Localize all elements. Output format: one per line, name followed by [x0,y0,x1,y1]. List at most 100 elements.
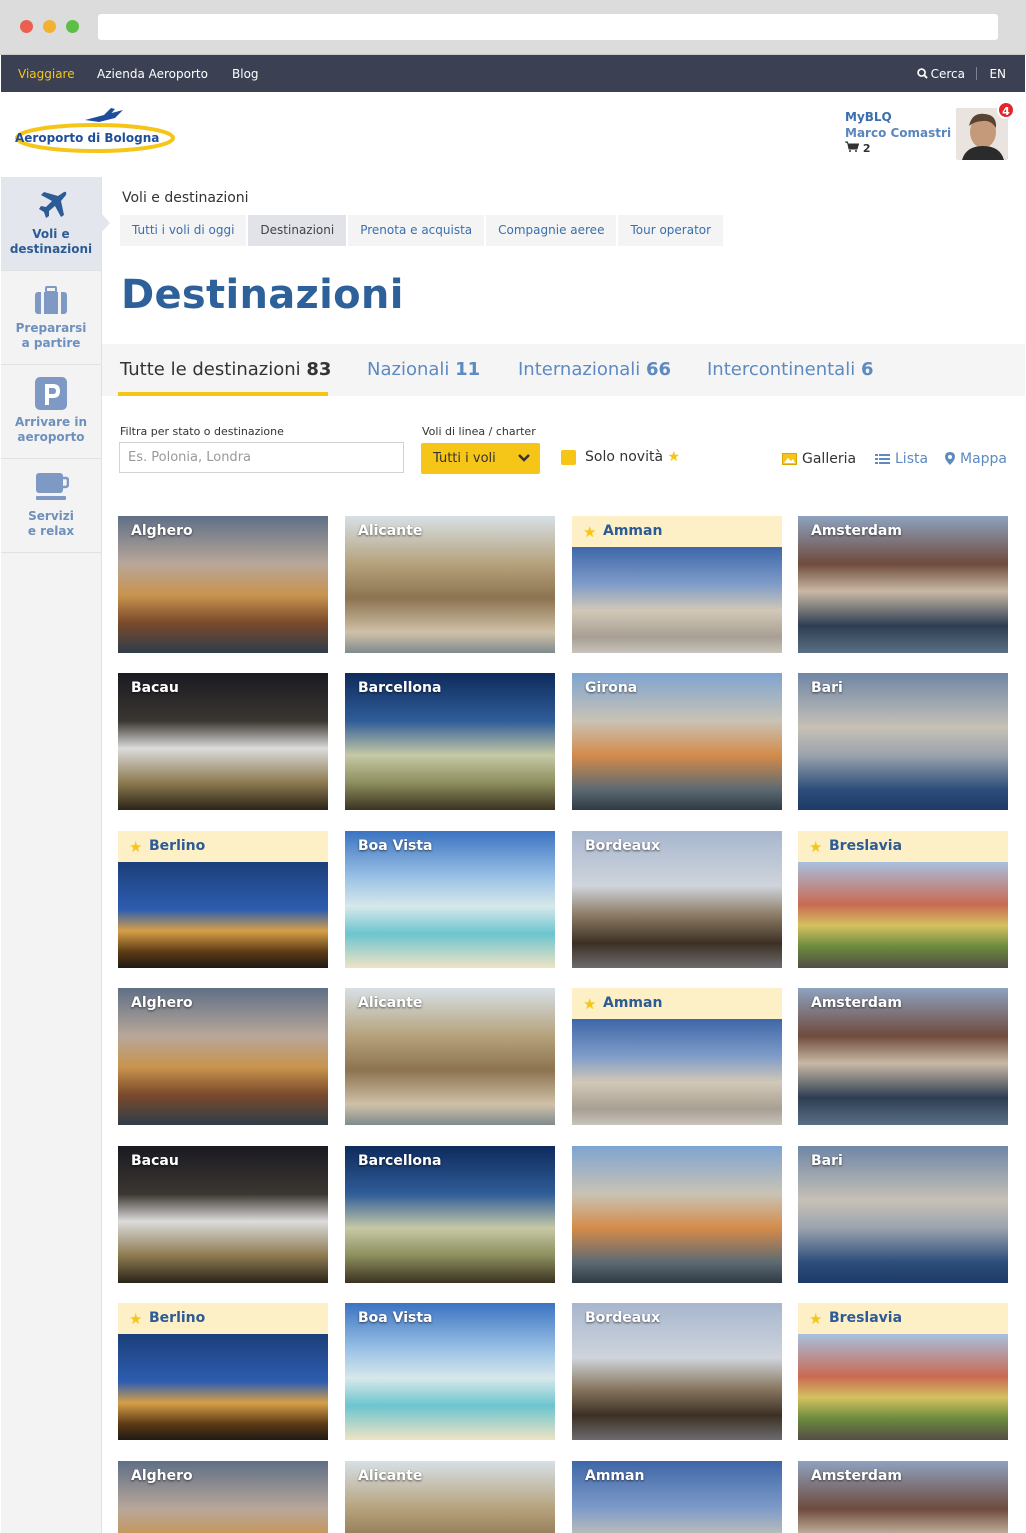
topnav-item-azienda[interactable]: Azienda Aeroporto [97,67,208,81]
destination-name: Alghero [131,523,193,539]
destination-card[interactable] [572,1146,782,1283]
user-menu[interactable]: MyBLQ Marco Comastri 2 [845,109,951,157]
minimize-window-icon[interactable] [43,20,56,33]
destination-card[interactable]: Bordeaux [572,1303,782,1440]
destination-card[interactable]: ★ Berlino [118,1303,328,1440]
destination-card[interactable]: Alicante [345,516,555,653]
search-link[interactable]: Cerca [916,67,965,81]
logo-text: Aeroporto di Bologna [15,131,160,145]
destination-card[interactable]: ★ Amman [572,516,782,653]
address-bar[interactable] [98,14,998,40]
topnav-item-blog[interactable]: Blog [232,67,259,81]
destination-card[interactable]: Bacau [118,1146,328,1283]
category-tab-internazionali[interactable]: Internazionali 66 [518,359,671,380]
destination-card[interactable]: Alicante [345,1461,555,1533]
destination-card[interactable]: Barcellona [345,673,555,810]
destination-name: Alicante [358,995,423,1011]
category-tab-intercontinentali[interactable]: Intercontinentali 6 [707,359,873,380]
destination-image [798,1334,1008,1440]
destination-card[interactable]: Alicante [345,988,555,1125]
category-count: 11 [455,359,481,380]
destination-card[interactable]: Alghero [118,988,328,1125]
destination-card[interactable]: Bari [798,673,1008,810]
category-count: 6 [860,359,874,380]
destination-card[interactable]: Amsterdam [798,516,1008,653]
category-tab-nazionali[interactable]: Nazionali 11 [367,359,480,380]
tab-destinazioni[interactable]: Destinazioni [248,215,347,246]
destination-card[interactable]: Amsterdam [798,988,1008,1125]
destination-name: Girona [585,680,638,696]
destination-name: Bordeaux [585,1310,661,1326]
sidebar-item-label: Arrivare in [14,415,88,429]
destination-name: Berlino [149,838,206,854]
destination-card[interactable]: Amsterdam [798,1461,1008,1533]
tab-tour-operator[interactable]: Tour operator [618,215,724,246]
destination-card[interactable]: Alghero [118,516,328,653]
breadcrumb: Voli e destinazioni [122,190,249,206]
destination-card[interactable]: Barcellona [345,1146,555,1283]
destination-name: Amsterdam [811,523,902,539]
category-count: 83 [306,359,332,380]
tab-voli-oggi[interactable]: Tutti i voli di oggi [120,215,247,246]
notification-badge[interactable]: 4 [997,101,1015,119]
page-title: Destinazioni [121,272,404,318]
cart[interactable]: 2 [845,141,951,157]
destination-name: Alghero [131,995,193,1011]
star-icon: ★ [129,1310,143,1328]
destination-card[interactable]: Girona [572,673,782,810]
destination-name: Alicante [358,1468,423,1484]
maximize-window-icon[interactable] [66,20,79,33]
star-icon: ★ [583,995,597,1013]
destination-card[interactable]: ★ Breslavia [798,1303,1008,1440]
destination-image [572,1146,782,1283]
view-gallery[interactable]: Galleria [782,451,856,467]
destination-card[interactable]: Bari [798,1146,1008,1283]
airplane-icon [39,191,67,218]
destination-name: Amsterdam [811,1468,902,1484]
sidebar-item-voli[interactable]: Voli e destinazioni [1,177,110,271]
destination-name: Breslavia [829,838,903,854]
destination-name: Alghero [131,1468,193,1484]
destination-name: Bacau [131,680,179,696]
destination-search-input[interactable] [119,442,404,473]
view-map[interactable]: Mappa [945,451,1007,467]
flight-type-select[interactable]: Tutti i voli [421,443,540,474]
language-switch[interactable]: EN [989,67,1006,81]
only-new-checkbox[interactable] [561,450,576,465]
destination-card[interactable]: Bordeaux [572,831,782,968]
map-pin-icon [945,452,955,465]
sidebar-item-arrivare[interactable]: Arrivare in aeroporto [1,365,101,459]
category-tab-tutte[interactable]: Tutte le destinazioni 83 [120,359,331,380]
view-label: Galleria [802,451,857,467]
tab-prenota[interactable]: Prenota e acquista [348,215,485,246]
destination-card[interactable]: ★ Breslavia [798,831,1008,968]
tab-compagnie[interactable]: Compagnie aeree [486,215,617,246]
destination-card[interactable]: Bacau [118,673,328,810]
sidebar-item-servizi[interactable]: Servizi e relax [1,459,101,553]
destination-card[interactable]: Amman [572,1461,782,1533]
destination-card[interactable]: ★ Amman [572,988,782,1125]
sidebar-item-label: Servizi [28,509,74,523]
topnav-item-viaggiare[interactable]: Viaggiare [18,67,75,81]
star-icon: ★ [667,449,681,465]
sidebar-item-label: a partire [21,336,81,350]
destination-card[interactable]: ★ Berlino [118,831,328,968]
destination-image [118,1334,328,1440]
sidebar-item-prepararsi[interactable]: Prepararsi a partire [1,271,101,365]
logo[interactable]: Aeroporto di Bologna [15,106,185,156]
view-label: Mappa [960,451,1008,467]
destination-name: Bacau [131,1153,179,1169]
coffee-icon [36,473,69,500]
destination-card[interactable]: Boa Vista [345,831,555,968]
view-list[interactable]: Lista [875,451,928,467]
destination-image [572,547,782,653]
destination-card[interactable]: Boa Vista [345,1303,555,1440]
destination-card[interactable]: Alghero [118,1461,328,1533]
close-window-icon[interactable] [20,20,33,33]
sidebar-item-label: aeroporto [17,430,85,444]
only-new-label[interactable]: Solo novità ★ [585,449,680,465]
only-new-text: Solo novità [585,449,664,465]
destination-name: Boa Vista [358,838,433,854]
suitcase-icon [35,286,67,314]
category-count: 66 [646,359,672,380]
